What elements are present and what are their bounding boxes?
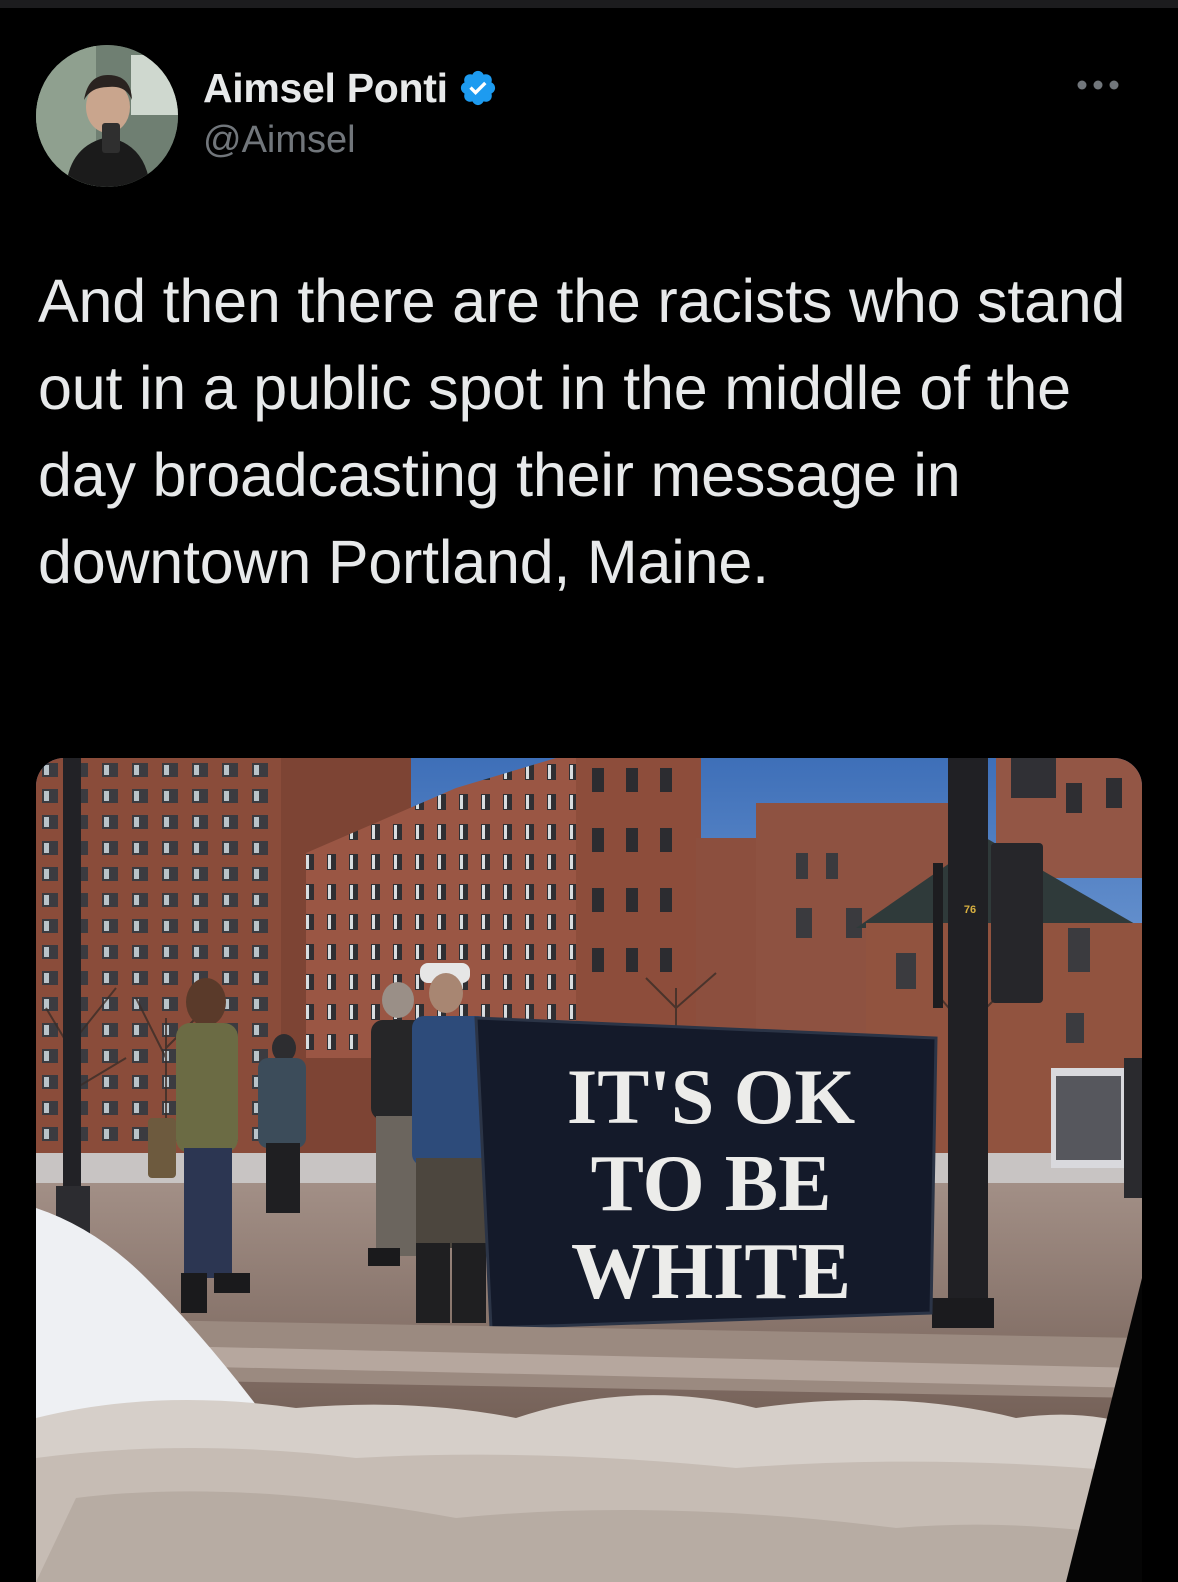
status-bar-strip xyxy=(0,0,1178,8)
banner-line-2: TO BE xyxy=(591,1140,832,1228)
author-handle[interactable]: @Aimsel xyxy=(203,119,498,162)
author-display-name[interactable]: Aimsel Ponti xyxy=(203,65,448,112)
avatar-photo-icon xyxy=(36,45,178,187)
display-name-row: Aimsel Ponti xyxy=(203,63,498,113)
avatar[interactable] xyxy=(36,45,178,187)
verified-badge-icon xyxy=(458,68,498,108)
pole-sign-number: 76 xyxy=(964,904,976,916)
tweet-header: Aimsel Ponti @Aimsel xyxy=(36,45,1142,190)
banner-line-3: WHITE xyxy=(571,1228,851,1316)
tweet-text: And then there are the racists who stand… xyxy=(38,267,1126,596)
more-options-icon[interactable] xyxy=(1074,75,1122,95)
tweet-media-photo[interactable]: 76 IT'S OK TO BE WHITE xyxy=(36,758,1142,1582)
author-info: Aimsel Ponti @Aimsel xyxy=(203,63,498,162)
banner-line-1: IT'S OK xyxy=(567,1053,856,1140)
street-scene-image: 76 IT'S OK TO BE WHITE xyxy=(36,758,1142,1582)
